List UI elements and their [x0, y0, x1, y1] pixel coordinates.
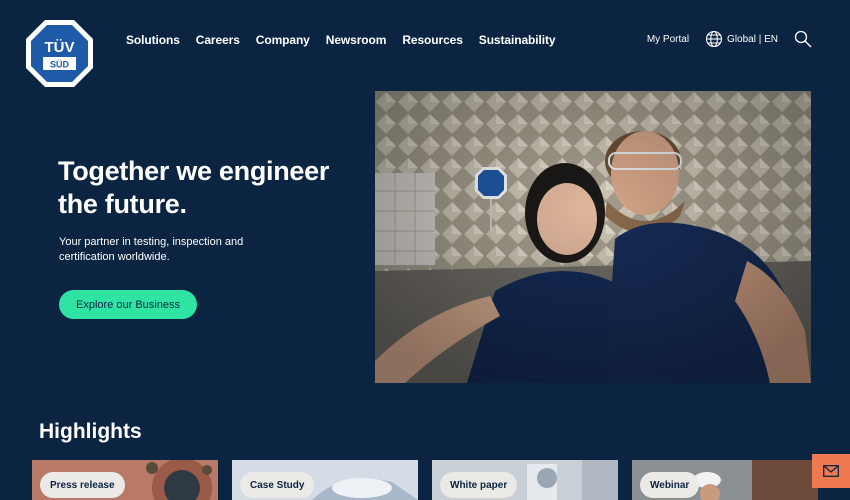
main-nav: Solutions Careers Company Newsroom Resou… [126, 33, 556, 47]
highlight-card-press-release[interactable]: Press release [32, 460, 218, 500]
nav-resources[interactable]: Resources [402, 33, 463, 47]
tuv-sud-logo[interactable]: TÜV SÜD [24, 18, 95, 89]
svg-text:SÜD: SÜD [50, 60, 70, 70]
nav-sustainability[interactable]: Sustainability [479, 33, 556, 47]
nav-newsroom[interactable]: Newsroom [326, 33, 387, 47]
highlight-card-webinar[interactable]: Webinar [632, 460, 818, 500]
highlight-card-white-paper[interactable]: White paper [432, 460, 618, 500]
nav-solutions[interactable]: Solutions [126, 33, 180, 47]
card-badge: Webinar [640, 472, 700, 498]
contact-mail-button[interactable] [812, 454, 850, 488]
hero-image [375, 91, 811, 383]
globe-icon [705, 30, 723, 48]
hero-title: Together we engineer the future. [58, 156, 330, 219]
my-portal-link[interactable]: My Portal [647, 34, 689, 45]
highlight-card-case-study[interactable]: Case Study [232, 460, 418, 500]
card-badge: Press release [40, 472, 125, 498]
card-badge: White paper [440, 472, 518, 498]
card-badge: Case Study [240, 472, 315, 498]
explore-business-button[interactable]: Explore our Business [59, 290, 197, 319]
svg-text:TÜV: TÜV [45, 39, 75, 56]
header-utilities: My Portal Global | EN [647, 30, 812, 48]
mail-icon [823, 465, 839, 477]
nav-company[interactable]: Company [256, 33, 310, 47]
language-selector[interactable]: Global | EN [727, 34, 778, 45]
search-icon[interactable] [794, 30, 812, 48]
hero-subtitle: Your partner in testing, inspection and … [59, 236, 244, 263]
nav-careers[interactable]: Careers [196, 33, 240, 47]
highlights-heading: Highlights [39, 420, 142, 443]
